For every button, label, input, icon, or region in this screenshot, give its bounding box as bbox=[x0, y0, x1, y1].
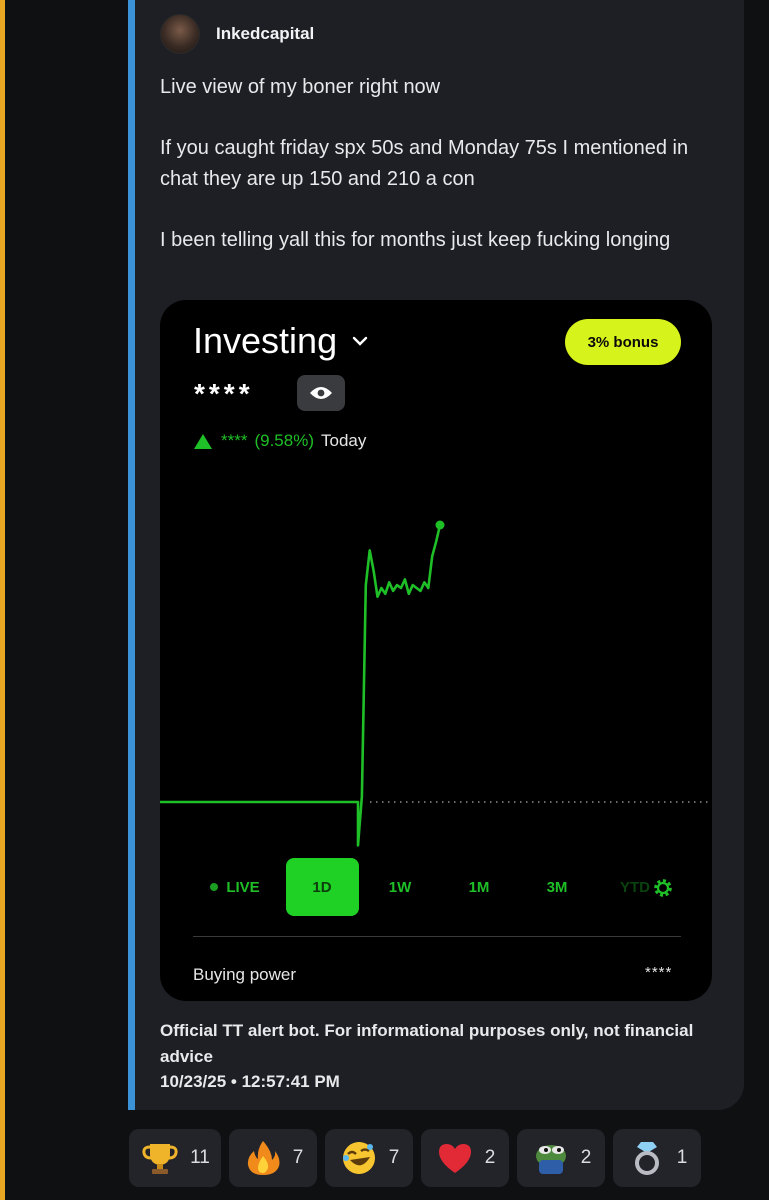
reaction-button[interactable]: 7 bbox=[325, 1129, 413, 1187]
laughing-face-icon bbox=[339, 1138, 379, 1178]
reaction-count: 2 bbox=[580, 1147, 592, 1168]
range-label: LIVE bbox=[226, 878, 260, 896]
timestamp: 10/23/25 • 12:57:41 PM bbox=[160, 1072, 340, 1091]
range-3m[interactable]: 3M bbox=[527, 858, 587, 916]
message-body: Live view of my boner right now If you c… bbox=[160, 72, 730, 286]
author-row: Inkedcapital bbox=[160, 14, 314, 54]
range-1d[interactable]: 1D bbox=[285, 858, 359, 916]
gear-icon bbox=[654, 879, 672, 897]
price-chart bbox=[160, 520, 712, 847]
reaction-button[interactable]: 2 bbox=[517, 1129, 605, 1187]
trophy-icon bbox=[140, 1138, 180, 1178]
reaction-button[interactable]: 1 bbox=[613, 1129, 701, 1187]
pepe-frog-icon bbox=[531, 1138, 571, 1178]
eye-icon bbox=[310, 387, 332, 399]
left-accent-bar bbox=[0, 0, 5, 1200]
reaction-count: 11 bbox=[190, 1147, 210, 1168]
range-1m[interactable]: 1M bbox=[449, 858, 509, 916]
bot-disclaimer: Official TT alert bot. For informational… bbox=[160, 1021, 694, 1066]
up-arrow-icon bbox=[194, 433, 212, 449]
reaction-button[interactable]: 2 bbox=[421, 1129, 509, 1187]
range-label: 1W bbox=[388, 878, 412, 896]
range-label: 1D bbox=[312, 878, 332, 896]
reactions-bar: 11 7 7 2 2 1 bbox=[129, 1129, 709, 1187]
change-row: **** (9.58%) Today bbox=[194, 431, 366, 451]
range-label: YTD bbox=[620, 878, 650, 896]
message-paragraph: Live view of my boner right now bbox=[160, 76, 441, 98]
author-name[interactable]: Inkedcapital bbox=[216, 24, 314, 44]
divider bbox=[193, 936, 681, 937]
avatar[interactable] bbox=[160, 14, 200, 54]
buying-power-label: Buying power bbox=[193, 965, 297, 984]
investing-screenshot[interactable]: Investing 3% bonus **** **** (9.58%) Tod… bbox=[160, 300, 712, 1001]
live-dot-icon bbox=[210, 883, 219, 891]
message-paragraph: I been telling yall this for months just… bbox=[160, 229, 671, 251]
message-paragraph: If you caught friday spx 50s and Monday … bbox=[160, 137, 689, 190]
change-percent: (9.58%) bbox=[254, 431, 314, 450]
message-embed: Inkedcapital Live view of my boner right… bbox=[128, 0, 744, 1110]
chevron-down-icon bbox=[352, 336, 368, 346]
bonus-badge: 3% bonus bbox=[565, 319, 681, 365]
heart-icon bbox=[435, 1138, 475, 1178]
range-live[interactable]: LIVE bbox=[205, 858, 265, 916]
range-1w[interactable]: 1W bbox=[370, 858, 430, 916]
balance-value: **** bbox=[194, 378, 254, 409]
reaction-button[interactable]: 11 bbox=[129, 1129, 221, 1187]
reaction-count: 7 bbox=[292, 1147, 304, 1168]
fire-icon bbox=[243, 1138, 283, 1178]
current-point bbox=[435, 520, 445, 530]
series-line bbox=[160, 524, 442, 847]
investing-header: Investing bbox=[193, 320, 369, 362]
reaction-button[interactable]: 7 bbox=[229, 1129, 317, 1187]
reaction-count: 2 bbox=[484, 1147, 496, 1168]
toggle-visibility-button bbox=[297, 375, 345, 411]
range-label: 1M bbox=[468, 878, 490, 896]
reaction-count: 7 bbox=[388, 1147, 400, 1168]
reaction-count: 1 bbox=[676, 1147, 688, 1168]
investing-title: Investing bbox=[193, 320, 338, 361]
buying-power-value: **** bbox=[645, 964, 673, 981]
change-amount: **** bbox=[221, 431, 248, 450]
range-selector: LIVE 1D 1W 1M 3M YTD bbox=[160, 858, 712, 918]
range-label: 3M bbox=[546, 878, 568, 896]
ring-icon bbox=[627, 1138, 667, 1178]
change-period: Today bbox=[321, 431, 367, 450]
